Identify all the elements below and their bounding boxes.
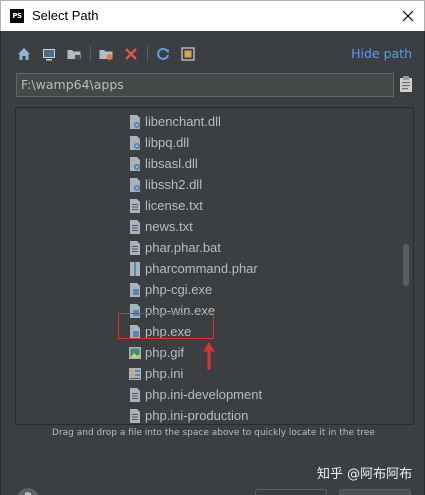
delete-button[interactable] xyxy=(122,45,140,63)
annotation-arrow-icon xyxy=(203,342,215,370)
desktop-icon xyxy=(43,49,55,61)
dll-icon xyxy=(128,135,142,151)
tree-item[interactable]: php.ini-development xyxy=(128,384,262,405)
tree-item-label: news.txt xyxy=(145,219,193,234)
tree-item-label: pharcommand.phar xyxy=(145,261,258,276)
tree-item[interactable]: pharcommand.phar xyxy=(128,258,258,279)
close-icon xyxy=(402,10,414,22)
watermark: 知乎 @阿布阿布 xyxy=(317,467,413,482)
ok-button[interactable]: OK xyxy=(255,489,327,495)
tree-item-label: license.txt xyxy=(145,198,203,213)
tree-item[interactable]: news.txt xyxy=(128,216,193,237)
cancel-button[interactable] xyxy=(339,489,411,495)
new-folder-icon xyxy=(99,50,113,60)
tree-item[interactable]: license.txt xyxy=(128,195,203,216)
tree-item[interactable]: phar.phar.bat xyxy=(128,237,221,258)
new-folder-button[interactable] xyxy=(97,45,115,63)
drag-drop-hint: Drag and drop a file into the space abov… xyxy=(52,428,375,438)
text-file-icon xyxy=(128,387,142,403)
tree-scrollbar[interactable] xyxy=(401,108,411,424)
tree-item-label: libenchant.dll xyxy=(145,114,221,129)
text-file-icon xyxy=(128,219,142,235)
tree-item-label: php-cgi.exe xyxy=(145,282,213,297)
toolbar-separator xyxy=(90,46,91,62)
tree-item-label: libpq.dll xyxy=(145,135,190,150)
tree-item-label: php.ini-production xyxy=(145,408,249,423)
tree-item-label: php.ini-development xyxy=(145,387,263,402)
hide-path-link[interactable]: Hide path xyxy=(351,46,412,61)
text-file-icon xyxy=(128,240,142,256)
close-button[interactable] xyxy=(392,1,424,32)
clipboard-icon xyxy=(400,76,412,92)
file-tree[interactable]: libenchant.dll libpq.dll libsasl.dll libssh… xyxy=(15,107,414,425)
home-icon xyxy=(18,48,30,60)
project-folder-button[interactable] xyxy=(65,45,83,63)
dll-icon xyxy=(128,177,142,193)
dialog-body: Hide path F:\wamp64\apps libenchant.dll l… xyxy=(0,31,425,495)
exe-icon xyxy=(128,282,142,298)
tree-item-label: libssh2.dll xyxy=(145,177,203,192)
archive-icon xyxy=(128,261,142,277)
annotation-highlight-box xyxy=(118,313,214,339)
show-hidden-icon xyxy=(181,47,195,61)
path-history-button[interactable] xyxy=(399,75,413,93)
tree-item[interactable]: libenchant.dll xyxy=(128,111,221,132)
dll-icon xyxy=(128,114,142,130)
home-button[interactable] xyxy=(15,45,33,63)
toolbar-separator xyxy=(147,46,148,62)
scrollbar-thumb[interactable] xyxy=(403,244,409,286)
tree-item[interactable]: libsasl.dll xyxy=(128,153,198,174)
text-file-icon xyxy=(128,408,142,424)
ini-icon xyxy=(128,366,142,382)
delete-icon xyxy=(125,48,137,60)
help-button[interactable]: ? xyxy=(17,488,39,495)
tree-item-label: libsasl.dll xyxy=(145,156,198,171)
tree-item[interactable]: libssh2.dll xyxy=(128,174,202,195)
refresh-icon xyxy=(157,47,169,60)
tree-item[interactable]: php.ini-production xyxy=(128,405,249,424)
tree-item-label: php.ini xyxy=(145,366,184,381)
dll-icon xyxy=(128,156,142,172)
desktop-button[interactable] xyxy=(40,45,58,63)
window-title: Select Path xyxy=(32,8,99,23)
path-input[interactable]: F:\wamp64\apps xyxy=(16,73,394,97)
title-bar: PS Select Path xyxy=(0,0,425,31)
tree-item[interactable]: php-cgi.exe xyxy=(128,279,212,300)
project-folder-icon xyxy=(67,50,81,60)
tree-item[interactable]: libpq.dll xyxy=(128,132,189,153)
tree-item-label: phar.phar.bat xyxy=(145,240,221,255)
tree-item[interactable]: php.ini xyxy=(128,363,183,384)
tree-item[interactable]: php.gif xyxy=(128,342,184,363)
phpstorm-logo-icon: PS xyxy=(10,9,24,23)
tree-item-label: php.gif xyxy=(145,345,185,360)
toolbar xyxy=(15,45,204,63)
refresh-button[interactable] xyxy=(154,45,172,63)
text-file-icon xyxy=(128,198,142,214)
show-hidden-button[interactable] xyxy=(179,45,197,63)
image-icon xyxy=(128,345,142,361)
